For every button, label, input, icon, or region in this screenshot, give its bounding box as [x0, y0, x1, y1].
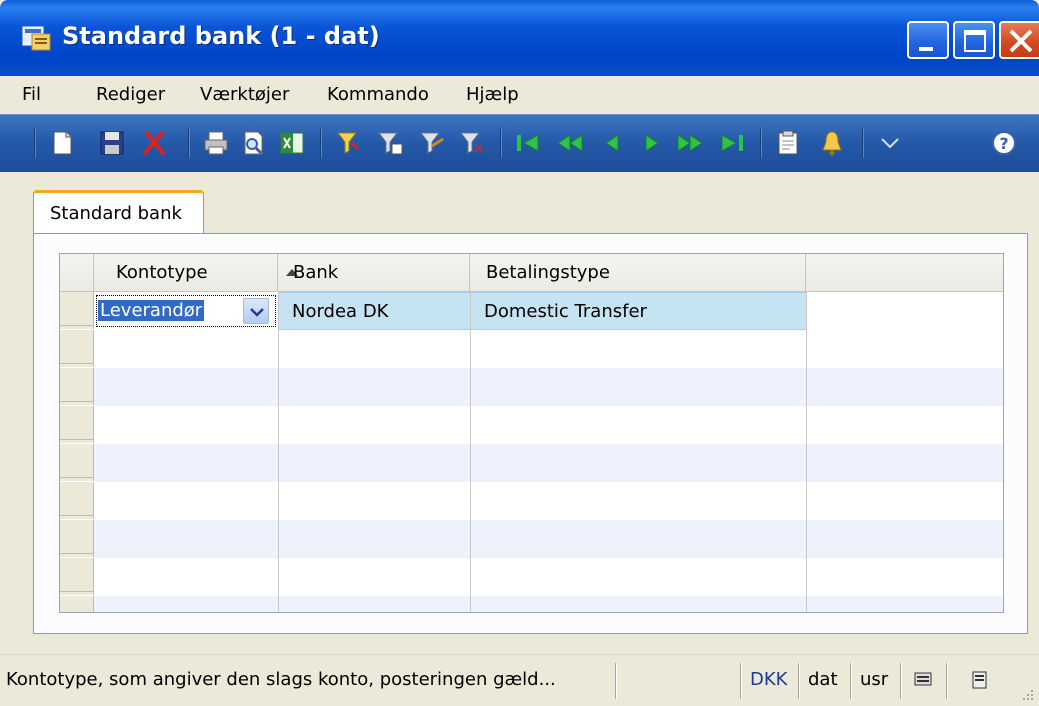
filter-table-icon[interactable]: [376, 129, 404, 157]
status-currency: DKK: [750, 669, 788, 690]
column-header-bank[interactable]: Bank: [278, 254, 470, 292]
resize-grip-icon[interactable]: [1021, 688, 1035, 702]
previous-page-icon[interactable]: [556, 129, 584, 157]
column-header-kontotype[interactable]: Kontotype: [94, 254, 298, 292]
status-user: usr: [860, 669, 889, 690]
new-icon[interactable]: [48, 129, 76, 157]
database-icon[interactable]: [912, 669, 936, 691]
toolbar-separator: [862, 128, 864, 158]
save-icon[interactable]: [98, 129, 126, 157]
grid-header: Kontotype Bank Betalingstype: [60, 254, 1003, 292]
status-separator: [740, 663, 742, 699]
column-divider: [806, 254, 807, 612]
kontotype-value: Leverandør: [98, 300, 205, 321]
toolbar-chevron-icon[interactable]: [876, 129, 904, 157]
row-selector[interactable]: [60, 292, 94, 330]
tab-standard-bank[interactable]: Standard bank: [33, 190, 204, 234]
data-grid: Kontotype Bank Betalingstype Leverandør …: [59, 253, 1004, 613]
app-icon: [22, 26, 51, 51]
row-selector[interactable]: [60, 482, 94, 520]
menu-fil[interactable]: Fil: [22, 84, 41, 105]
toolbar-separator: [188, 128, 190, 158]
row-selector[interactable]: [60, 330, 94, 368]
first-record-icon[interactable]: [514, 129, 542, 157]
menu-bar: Fil Rediger Værktøjer Kommando Hjælp: [0, 76, 1039, 114]
toolbar: ?: [0, 114, 1039, 172]
row-selector[interactable]: [60, 558, 94, 596]
table-row[interactable]: [60, 406, 1003, 444]
help-icon[interactable]: ?: [990, 129, 1018, 157]
clear-filter-icon[interactable]: [458, 129, 486, 157]
server-icon[interactable]: [970, 669, 990, 691]
status-company: dat: [808, 669, 838, 690]
table-row[interactable]: [60, 330, 1003, 368]
menu-vaerktojer[interactable]: Værktøjer: [200, 84, 289, 105]
next-page-icon[interactable]: [676, 129, 704, 157]
status-separator: [900, 663, 902, 699]
filter-field-icon[interactable]: [334, 129, 362, 157]
print-icon[interactable]: [202, 129, 230, 157]
header-corner[interactable]: [60, 254, 94, 292]
next-record-icon[interactable]: [638, 129, 666, 157]
table-row[interactable]: [60, 368, 1003, 406]
column-header-betalingstype[interactable]: Betalingstype: [470, 254, 806, 292]
menu-kommando[interactable]: Kommando: [327, 84, 429, 105]
close-icon: [1009, 29, 1033, 53]
toolbar-separator: [500, 128, 502, 158]
row-selector[interactable]: [60, 406, 94, 444]
bank-cell[interactable]: Nordea DK: [292, 292, 462, 330]
status-separator: [615, 663, 617, 699]
table-row[interactable]: [60, 520, 1003, 558]
dropdown-button[interactable]: [243, 298, 269, 324]
tab-label: Standard bank: [50, 203, 182, 224]
row-selector[interactable]: [60, 596, 94, 612]
status-separator: [946, 663, 948, 699]
title-bar[interactable]: Standard bank (1 - dat): [0, 0, 1039, 76]
table-row[interactable]: [60, 558, 1003, 596]
kontotype-combobox[interactable]: Leverandør: [96, 295, 276, 327]
minimize-button[interactable]: [907, 21, 949, 59]
column-header-label: Betalingstype: [486, 262, 610, 283]
clipboard-icon[interactable]: [774, 129, 802, 157]
row-selector[interactable]: [60, 444, 94, 482]
status-message: Kontotype, som angiver den slags konto, …: [6, 669, 556, 690]
toolbar-separator: [34, 128, 36, 158]
previous-record-icon[interactable]: [598, 129, 626, 157]
svg-text:?: ?: [999, 134, 1008, 153]
column-header-empty: [806, 254, 1003, 292]
column-header-label: Kontotype: [116, 262, 208, 283]
chevron-down-icon: [250, 308, 264, 317]
status-separator: [850, 663, 852, 699]
last-record-icon[interactable]: [718, 129, 746, 157]
toolbar-separator: [760, 128, 762, 158]
row-selector[interactable]: [60, 520, 94, 558]
bank-value: Nordea DK: [292, 301, 389, 322]
delete-icon[interactable]: [140, 129, 168, 157]
betalingstype-cell[interactable]: Domestic Transfer: [484, 292, 804, 330]
menu-rediger[interactable]: Rediger: [96, 84, 165, 105]
alert-icon[interactable]: [818, 129, 846, 157]
toolbar-separator: [320, 128, 322, 158]
betalingstype-value: Domestic Transfer: [484, 301, 647, 322]
minimize-icon: [919, 47, 933, 51]
window-title: Standard bank (1 - dat): [62, 22, 380, 50]
status-separator: [798, 663, 800, 699]
status-bar: Kontotype, som angiver den slags konto, …: [0, 654, 1039, 706]
row-selector[interactable]: [60, 368, 94, 406]
table-row[interactable]: [60, 444, 1003, 482]
table-row[interactable]: [60, 596, 1003, 612]
excel-icon[interactable]: [278, 129, 306, 157]
column-divider: [278, 254, 279, 612]
print-preview-icon[interactable]: [240, 129, 268, 157]
menu-hjaelp[interactable]: Hjælp: [466, 84, 519, 105]
column-header-label: Bank: [293, 262, 339, 283]
maximize-icon: [964, 30, 986, 52]
close-button[interactable]: [999, 21, 1039, 59]
flow-filter-icon[interactable]: [418, 129, 446, 157]
table-row[interactable]: [60, 482, 1003, 520]
column-divider: [470, 254, 471, 612]
maximize-button[interactable]: [953, 21, 995, 59]
